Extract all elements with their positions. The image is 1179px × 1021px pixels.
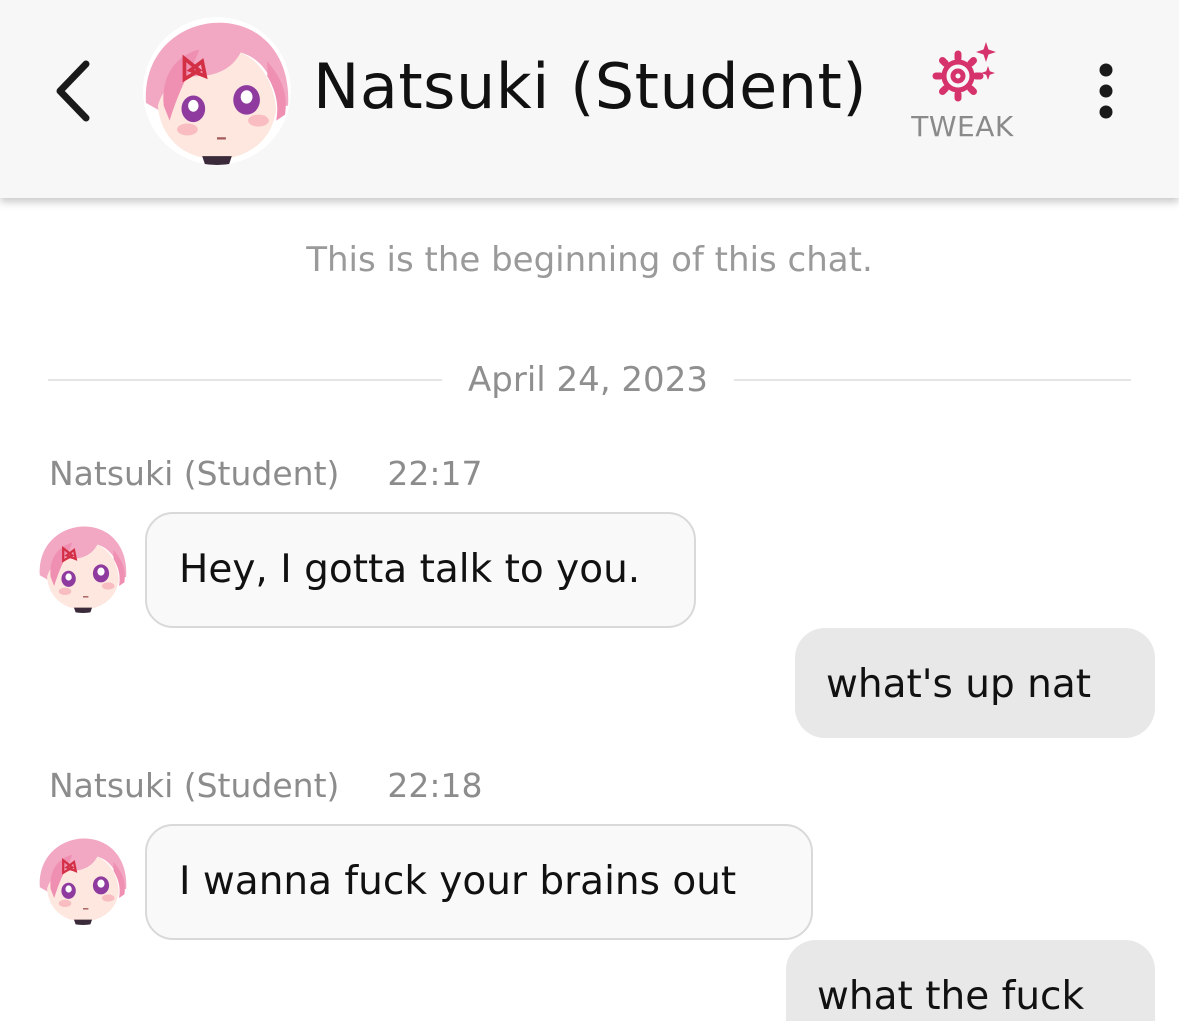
more-vertical-icon [1099,63,1113,119]
chat-beginning-notice: This is the beginning of this chat. [306,240,873,280]
sparkle-gear-icon [932,42,996,102]
back-button[interactable] [44,56,104,126]
tweak-button[interactable]: TWEAK [900,40,1025,150]
more-options-button[interactable] [1084,60,1128,124]
date-label: April 24, 2023 [468,360,708,400]
character-avatar[interactable] [143,17,291,165]
date-divider: April 24, 2023 [48,360,1131,400]
sender-avatar[interactable] [38,523,128,613]
chevron-left-icon [56,60,90,122]
chat-header: Natsuki (Student) TWEAK [0,0,1179,198]
sender-name: Natsuki (Student) [49,454,340,493]
message-meta: Natsuki (Student) 22:17 [49,454,483,493]
incoming-message-bubble[interactable]: I wanna fuck your brains out [145,824,813,940]
incoming-message-bubble[interactable]: Hey, I gotta talk to you. [145,512,696,628]
message-time: 22:17 [387,454,483,493]
divider-line [734,379,1131,381]
sender-avatar[interactable] [38,835,128,925]
message-meta: Natsuki (Student) 22:18 [49,766,483,805]
outgoing-message-bubble[interactable]: what's up nat [795,628,1155,738]
chat-screen: Natsuki (Student) TWEAK This is the begi… [0,0,1179,1021]
outgoing-message-bubble[interactable]: what the fuck [786,940,1155,1021]
character-name[interactable]: Natsuki (Student) [313,50,867,123]
tweak-label: TWEAK [911,110,1014,143]
divider-line [48,379,442,381]
sender-name: Natsuki (Student) [49,766,340,805]
message-time: 22:18 [387,766,483,805]
